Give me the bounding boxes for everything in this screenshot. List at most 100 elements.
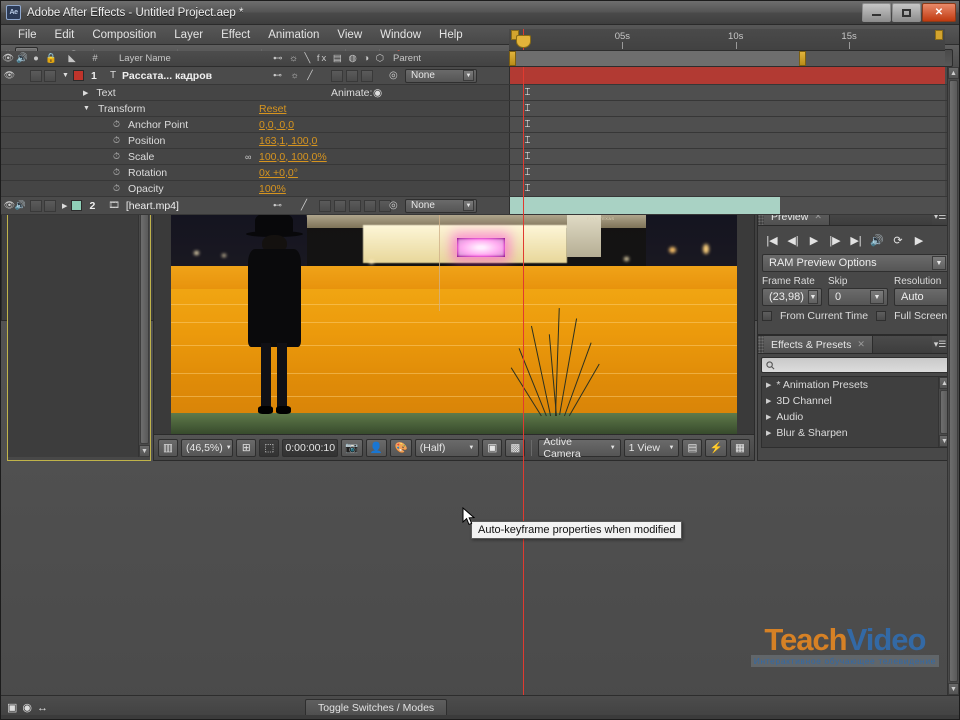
stopwatch-icon[interactable]: ⏱ xyxy=(113,119,120,130)
layer-switch-slash[interactable]: ╱ xyxy=(301,200,307,211)
property-label: Opacity xyxy=(128,182,164,195)
property-value[interactable]: 0,0, 0,0 xyxy=(259,119,294,131)
cti-handle[interactable] xyxy=(516,35,531,48)
lock-column-icon: 🔒 xyxy=(45,53,57,64)
layer-lock-toggle[interactable] xyxy=(44,199,56,212)
layer-track-area[interactable] xyxy=(509,67,945,84)
menu-item-effect[interactable]: Effect xyxy=(212,27,259,43)
menu-item-edit[interactable]: Edit xyxy=(46,27,84,43)
property-value[interactable]: 0x +0,0° xyxy=(259,167,298,179)
table-row[interactable]: ⏱ Position 163,1, 100,0 ⌶ xyxy=(1,133,959,149)
scrollbar-thumb[interactable] xyxy=(949,80,958,682)
property-left-area: ⏱ Anchor Point 0,0, 0,0 xyxy=(1,117,509,132)
current-time-indicator[interactable] xyxy=(516,29,531,50)
layer-track-area[interactable] xyxy=(509,197,945,214)
layer-name-column: Layer Name xyxy=(119,53,171,64)
timeline-rows: 👁 ▼ 1 T Рассата... кадров ⊷ ☼ ╱ ◎ None ▼… xyxy=(1,67,959,695)
minimize-button[interactable] xyxy=(862,3,891,22)
timeline-column-headers: 👁 🔊 ● 🔒 ◣ # Layer Name ⊷ ☼ ╲ fx ▤ ◍ ◑ ⬡ … xyxy=(1,51,509,67)
table-row[interactable]: ⏱ Rotation 0x +0,0° ⌶ xyxy=(1,165,959,181)
menu-item-animation[interactable]: Animation xyxy=(259,27,328,43)
layer-audio-icon[interactable]: 🔊 xyxy=(15,200,26,211)
property-track-area[interactable]: ⌶ xyxy=(509,133,945,148)
property-track-area[interactable]: ⌶ xyxy=(509,149,945,164)
property-left-area: ⏱ Position 163,1, 100,0 xyxy=(1,133,509,148)
maximize-button[interactable] xyxy=(892,3,921,22)
property-value[interactable]: 100% xyxy=(259,183,286,195)
layer-duration-bar[interactable] xyxy=(510,67,945,84)
layer-visibility-icon[interactable]: 👁 xyxy=(4,70,15,81)
stopwatch-icon[interactable]: ⏱ xyxy=(113,167,120,178)
layer-visibility-icon[interactable]: 👁 xyxy=(4,200,15,211)
menu-item-view[interactable]: View xyxy=(328,27,371,43)
property-track-area[interactable]: ⌶ xyxy=(509,165,945,180)
layer-switch-boxes[interactable] xyxy=(331,69,375,82)
work-area-bar[interactable] xyxy=(509,51,945,67)
menu-item-layer[interactable]: Layer xyxy=(165,27,212,43)
property-label: Position xyxy=(128,134,166,147)
property-value[interactable]: 163,1, 100,0 xyxy=(259,135,317,147)
parent-pick-whip-icon[interactable]: ◎ xyxy=(389,70,398,81)
parent-pick-whip-icon[interactable]: ◎ xyxy=(389,200,398,211)
stopwatch-icon[interactable]: ⏱ xyxy=(113,135,120,146)
after-effects-window: Ae Adobe After Effects - Untitled Projec… xyxy=(0,0,960,720)
parent-select[interactable]: None ▼ xyxy=(405,198,477,213)
table-row[interactable]: ⏱ Anchor Point 0,0, 0,0 ⌶ xyxy=(1,117,959,133)
expand-triangle-icon[interactable]: ▶ xyxy=(83,89,88,97)
transform-reset-link[interactable]: Reset xyxy=(259,103,286,115)
expand-triangle-icon[interactable]: ▼ xyxy=(83,105,90,112)
table-row[interactable]: ▼ Transform Reset ⌶ xyxy=(1,101,959,117)
layer-switches[interactable]: ⊷ xyxy=(273,200,282,211)
scroll-up-icon[interactable]: ▲ xyxy=(948,67,959,79)
comp-flowchart-icon[interactable]: ▣ xyxy=(7,701,17,714)
table-row[interactable]: ⏱ Scale ∞ 100,0, 100,0% ⌶ xyxy=(1,149,959,165)
layer-solo-toggle[interactable] xyxy=(30,199,42,212)
layer-name[interactable]: [heart.mp4] xyxy=(126,200,179,212)
layer-solo-toggle[interactable] xyxy=(30,69,42,82)
property-track-area[interactable]: ⌶ xyxy=(509,117,945,132)
layer-lock-toggle[interactable] xyxy=(44,69,56,82)
layer-label-color[interactable] xyxy=(71,200,83,211)
layer-audio-icon[interactable] xyxy=(15,70,26,81)
property-track-area[interactable]: ⌶ xyxy=(509,181,945,196)
table-row[interactable]: ⏱ Opacity 100% ⌶ xyxy=(1,181,959,197)
menu-item-window[interactable]: Window xyxy=(371,27,430,43)
layer-expand-triangle-icon[interactable]: ▶ xyxy=(62,202,67,210)
layer-name[interactable]: Рассата... кадров xyxy=(122,70,212,82)
timeline-scrollbar[interactable]: ▲ ▼ xyxy=(947,67,959,695)
layer-duration-bar[interactable] xyxy=(510,197,780,214)
table-row[interactable]: 👁 ▼ 1 T Рассата... кадров ⊷ ☼ ╱ ◎ None ▼ xyxy=(1,67,959,85)
table-row[interactable]: ▶ Text Animate: ◉ ⌶ xyxy=(1,85,959,101)
keyframe-marker: ⌶ xyxy=(524,87,531,98)
property-track-area[interactable]: ⌶ xyxy=(509,85,945,100)
layer-label-color[interactable] xyxy=(72,70,84,81)
work-area-end-marker[interactable] xyxy=(935,30,943,40)
constrain-proportions-icon[interactable]: ∞ xyxy=(245,152,251,162)
mouse-cursor-icon xyxy=(462,507,476,526)
stretch-icon[interactable]: ↔ xyxy=(37,702,48,714)
layer-index: 2 xyxy=(89,199,96,212)
keyframe-marker: ⌶ xyxy=(524,119,531,130)
toggle-switches-modes-button[interactable]: Toggle Switches / Modes xyxy=(305,698,448,717)
menu-item-composition[interactable]: Composition xyxy=(83,27,165,43)
menu-item-file[interactable]: File xyxy=(9,27,46,43)
stopwatch-icon[interactable]: ⏱ xyxy=(113,151,120,162)
layer-expand-triangle-icon[interactable]: ▼ xyxy=(62,72,69,79)
property-track-area[interactable]: ⌶ xyxy=(509,101,945,116)
watermark-part1: Teach xyxy=(764,622,847,657)
layer-left-area: 👁 🔊 ▶ 2 🎞 [heart.mp4] ⊷ ╱ ◎ None ▼ xyxy=(1,197,509,214)
render-queue-icon[interactable]: ◉ xyxy=(22,701,32,714)
scroll-down-icon[interactable]: ▼ xyxy=(948,683,959,695)
layer-switches[interactable]: ⊷ ☼ ╱ xyxy=(273,70,316,81)
video-layer-icon: 🎞 xyxy=(108,200,120,210)
timeline-ruler[interactable]: 05s 10s 15s xyxy=(509,29,945,51)
close-button[interactable]: ✕ xyxy=(922,3,956,22)
animate-menu-icon[interactable]: ◉ xyxy=(373,87,382,99)
layer-switch-boxes[interactable] xyxy=(319,199,393,212)
stopwatch-icon[interactable]: ⏱ xyxy=(113,183,120,194)
table-row[interactable]: 👁 🔊 ▶ 2 🎞 [heart.mp4] ⊷ ╱ ◎ None ▼ xyxy=(1,197,959,215)
parent-select[interactable]: None ▼ xyxy=(405,68,477,83)
property-value[interactable]: 100,0, 100,0% xyxy=(259,151,327,163)
tooltip: Auto-keyframe properties when modified xyxy=(471,521,683,539)
menu-item-help[interactable]: Help xyxy=(430,27,472,43)
